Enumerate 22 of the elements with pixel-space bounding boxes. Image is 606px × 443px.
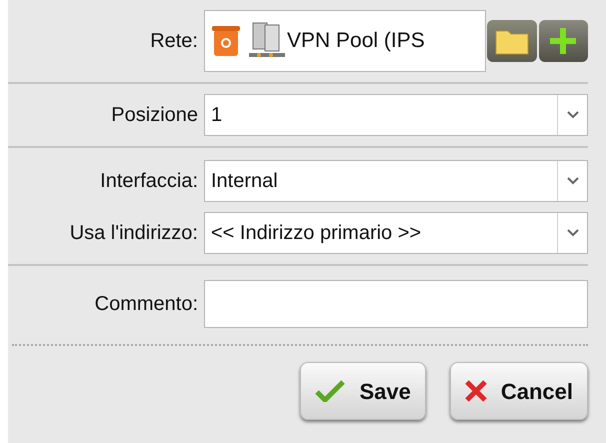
chevron-down-icon xyxy=(566,111,578,119)
field-label: Posizione xyxy=(110,103,199,128)
plus-icon xyxy=(550,28,576,54)
close-icon xyxy=(464,380,487,402)
chevron-down-icon xyxy=(566,177,578,185)
interface-select[interactable]: Internal xyxy=(204,160,588,202)
network-value: VPN Pool (IPS xyxy=(287,28,425,54)
trash-icon xyxy=(211,24,241,58)
network-field[interactable]: VPN Pool (IPS xyxy=(204,10,486,72)
field-label: Commento: xyxy=(94,292,199,317)
field-label: Interfaccia: xyxy=(99,169,199,194)
chevron-down-icon xyxy=(566,229,578,237)
comment-field[interactable] xyxy=(204,280,588,328)
save-button[interactable]: Save xyxy=(300,362,426,420)
cancel-button[interactable]: Cancel xyxy=(450,362,588,420)
field-label: Rete: xyxy=(149,29,199,54)
field-label: Usa l'indirizzo: xyxy=(68,221,199,246)
folder-button[interactable] xyxy=(487,20,537,62)
check-icon xyxy=(315,380,346,402)
position-select[interactable]: 1 xyxy=(204,94,588,136)
add-button[interactable] xyxy=(538,20,588,62)
address-select[interactable]: << Indirizzo primario >> xyxy=(204,212,588,254)
